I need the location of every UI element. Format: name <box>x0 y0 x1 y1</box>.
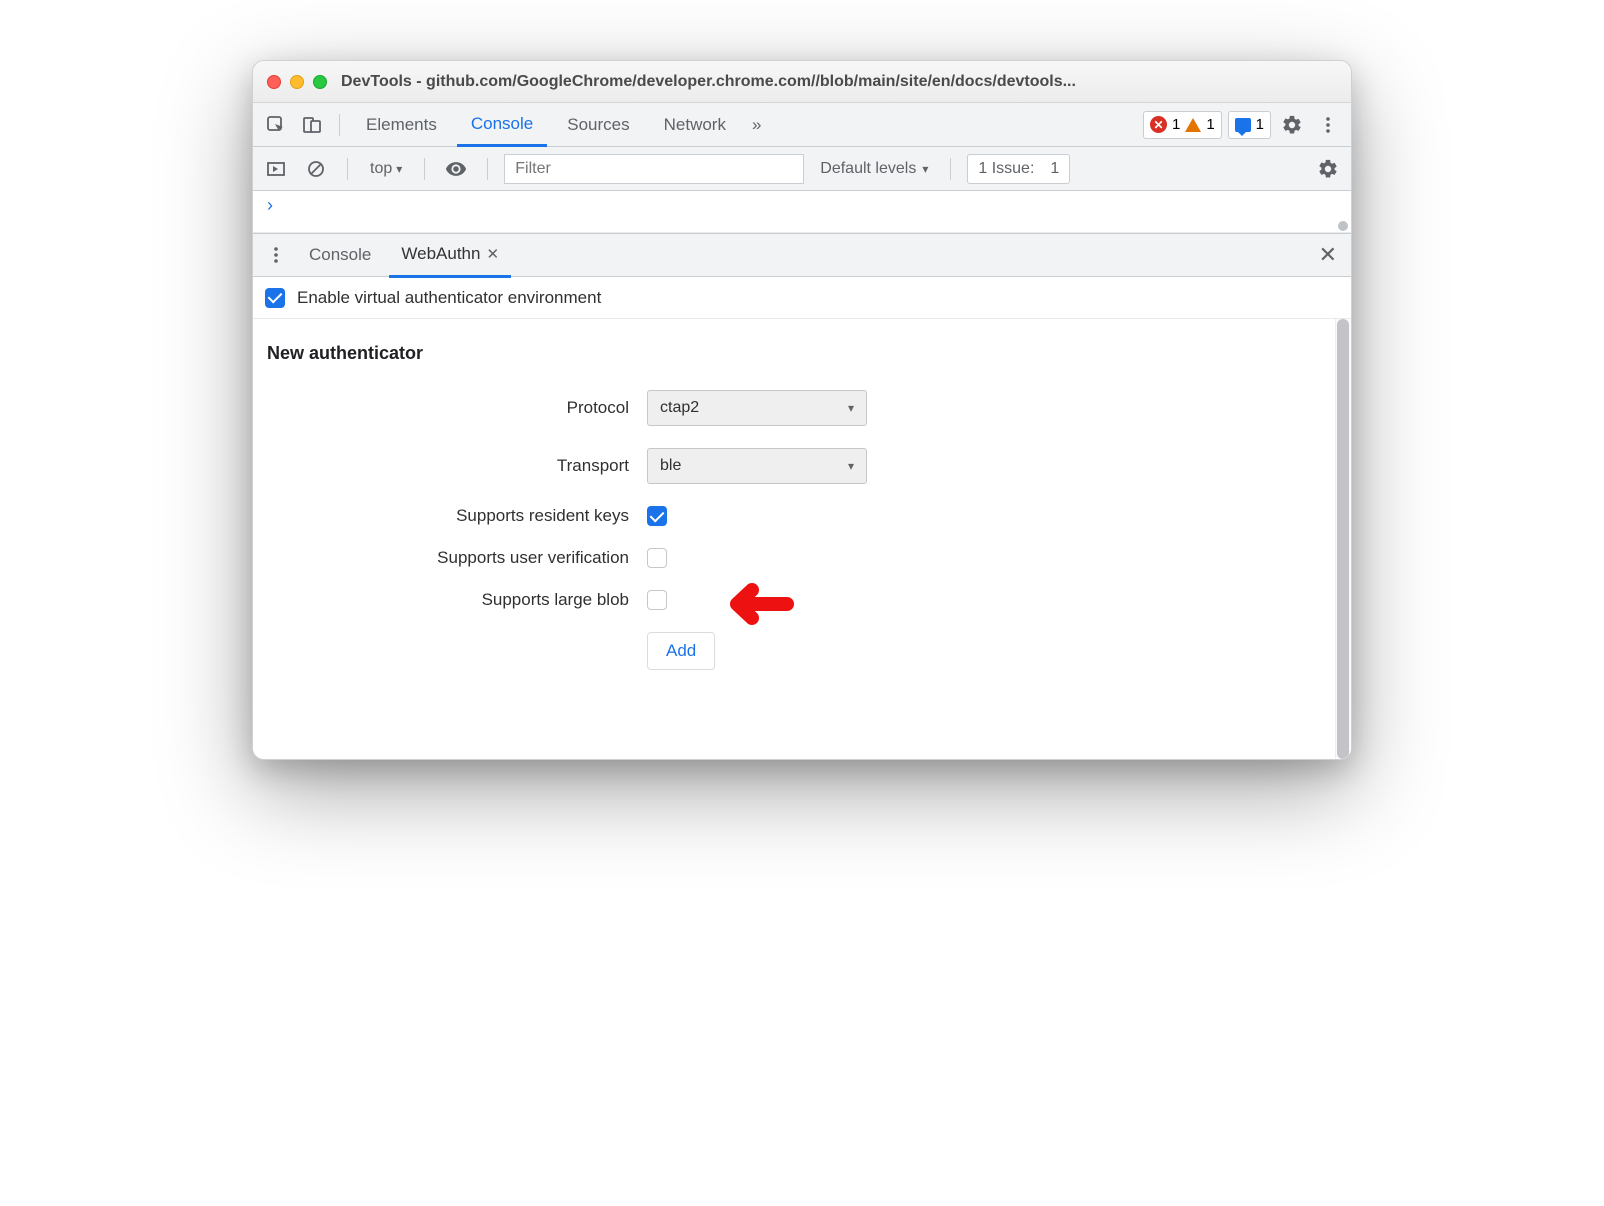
divider <box>339 114 340 136</box>
window-controls <box>267 75 327 89</box>
scrollbar-thumb[interactable] <box>1337 319 1349 759</box>
protocol-label: Protocol <box>267 398 647 418</box>
main-toolbar: Elements Console Sources Network » ✕ 1 1 … <box>253 103 1351 147</box>
message-icon <box>1235 118 1251 132</box>
filter-input[interactable] <box>504 154 804 184</box>
levels-label: Default levels <box>820 160 916 178</box>
enable-environment-label: Enable virtual authenticator environment <box>297 288 601 308</box>
user-verification-label: Supports user verification <box>267 548 647 568</box>
resident-keys-checkbox[interactable] <box>647 506 667 526</box>
select-value: ble <box>660 457 681 475</box>
titlebar: DevTools - github.com/GoogleChrome/devel… <box>253 61 1351 103</box>
new-authenticator-form: New authenticator Protocol ctap2 Transpo… <box>253 319 1335 759</box>
warning-icon <box>1185 118 1201 132</box>
issues-count: 1 <box>1050 160 1059 178</box>
resident-keys-label: Supports resident keys <box>267 506 647 526</box>
live-expression-icon[interactable] <box>441 154 471 184</box>
window-title: DevTools - github.com/GoogleChrome/devel… <box>341 73 1337 91</box>
issues-label: 1 Issue: <box>978 160 1034 178</box>
console-prompt-icon: › <box>267 195 273 216</box>
inspect-icon[interactable] <box>261 110 291 140</box>
issues-button[interactable]: 1 Issue: 1 <box>967 154 1070 184</box>
tab-sources[interactable]: Sources <box>553 103 643 147</box>
divider <box>347 158 348 180</box>
messages-count: 1 <box>1256 116 1264 133</box>
error-count: 1 <box>1172 116 1180 133</box>
devtools-window: DevTools - github.com/GoogleChrome/devel… <box>252 60 1352 760</box>
error-icon: ✕ <box>1150 116 1167 133</box>
tab-console[interactable]: Console <box>457 103 547 147</box>
kebab-menu-icon[interactable] <box>1313 110 1343 140</box>
log-levels-selector[interactable]: Default levels <box>814 160 934 178</box>
divider <box>424 158 425 180</box>
close-tab-icon[interactable]: ✕ <box>486 245 499 263</box>
large-blob-label: Supports large blob <box>267 590 647 610</box>
minimize-window-button[interactable] <box>290 75 304 89</box>
enable-environment-row: Enable virtual authenticator environment <box>253 277 1351 319</box>
settings-icon[interactable] <box>1277 110 1307 140</box>
user-verification-checkbox[interactable] <box>647 548 667 568</box>
tabs-overflow-button[interactable]: » <box>746 103 767 147</box>
add-button-label: Add <box>666 641 696 660</box>
close-window-button[interactable] <box>267 75 281 89</box>
drawer-tab-label: WebAuthn <box>401 244 480 264</box>
console-output: › <box>253 191 1351 233</box>
drawer-tab-webauthn[interactable]: WebAuthn ✕ <box>389 234 511 278</box>
scrollbar-indicator[interactable] <box>1338 221 1348 231</box>
tab-elements[interactable]: Elements <box>352 103 451 147</box>
large-blob-checkbox[interactable] <box>647 590 667 610</box>
errors-warnings-badge[interactable]: ✕ 1 1 <box>1143 111 1222 139</box>
status-badges: ✕ 1 1 1 <box>1143 111 1271 139</box>
divider <box>487 158 488 180</box>
enable-environment-checkbox[interactable] <box>265 288 285 308</box>
tab-label: Console <box>471 114 533 134</box>
select-value: ctap2 <box>660 399 699 417</box>
maximize-window-button[interactable] <box>313 75 327 89</box>
drawer-tab-label: Console <box>309 245 371 265</box>
transport-select[interactable]: ble <box>647 448 867 484</box>
section-title: New authenticator <box>267 343 1321 364</box>
warning-count: 1 <box>1206 116 1214 133</box>
tab-label: Sources <box>567 115 629 135</box>
add-button[interactable]: Add <box>647 632 715 670</box>
drawer-tab-console[interactable]: Console <box>297 233 383 277</box>
chevron-right-icon: » <box>752 115 761 135</box>
context-selector[interactable]: top <box>364 160 408 178</box>
tab-label: Elements <box>366 115 437 135</box>
tab-network[interactable]: Network <box>650 103 740 147</box>
drawer-tabs: Console WebAuthn ✕ ✕ <box>253 233 1351 277</box>
vertical-scrollbar[interactable] <box>1335 319 1351 759</box>
annotation-arrow-icon <box>707 574 797 639</box>
console-toolbar: top Default levels 1 Issue: 1 <box>253 147 1351 191</box>
webauthn-panel: New authenticator Protocol ctap2 Transpo… <box>253 319 1351 759</box>
protocol-select[interactable]: ctap2 <box>647 390 867 426</box>
transport-label: Transport <box>267 456 647 476</box>
close-drawer-icon[interactable]: ✕ <box>1313 242 1343 268</box>
console-settings-icon[interactable] <box>1313 154 1343 184</box>
divider <box>950 158 951 180</box>
sidebar-toggle-icon[interactable] <box>261 154 291 184</box>
device-toggle-icon[interactable] <box>297 110 327 140</box>
context-label: top <box>370 160 392 178</box>
drawer-menu-icon[interactable] <box>261 240 291 270</box>
messages-badge[interactable]: 1 <box>1228 111 1271 139</box>
tab-label: Network <box>664 115 726 135</box>
clear-console-icon[interactable] <box>301 154 331 184</box>
